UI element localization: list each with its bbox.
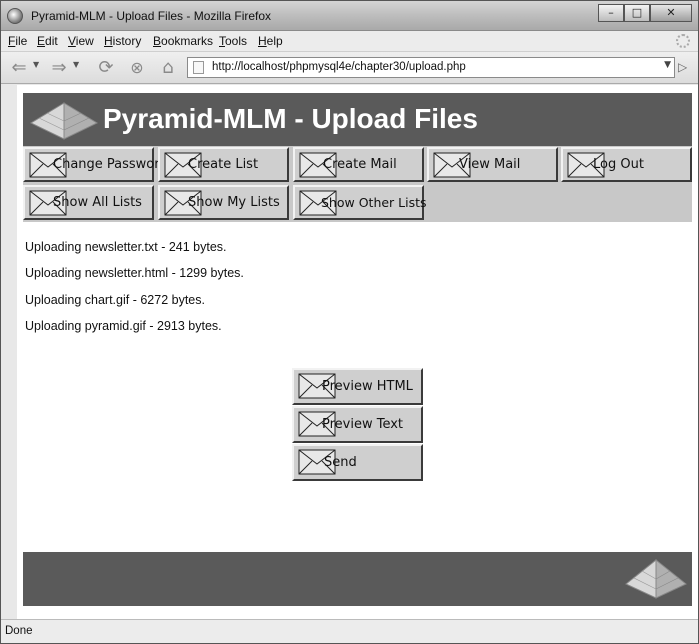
create-list-button[interactable]: Create List xyxy=(158,147,289,182)
create-list-label: Create List xyxy=(188,157,259,172)
view-mail-button[interactable]: View Mail xyxy=(427,147,558,182)
page-favicon-icon xyxy=(193,61,204,74)
status-text: Done xyxy=(5,625,33,637)
show-other-lists-button[interactable]: Show Other Lists xyxy=(293,185,427,220)
create-mail-label: Create Mail xyxy=(323,157,397,172)
url-dropdown-icon[interactable]: ▼ xyxy=(664,60,671,70)
upload-status-line: Uploading pyramid.gif - 2913 bytes. xyxy=(25,319,222,333)
firefox-icon xyxy=(7,8,23,24)
forward-history-dropdown-icon[interactable]: ▼ xyxy=(73,60,79,69)
page-content: Pyramid-MLM - Upload Files Change Passwo… xyxy=(17,85,698,619)
status-bar: Done xyxy=(1,619,698,643)
menu-view[interactable]: View xyxy=(68,34,94,48)
back-arrow-icon[interactable]: ⇐ xyxy=(7,57,31,79)
pyramid-logo-icon xyxy=(625,558,687,599)
view-mail-label: View Mail xyxy=(459,157,521,172)
page-title: Pyramid-MLM - Upload Files xyxy=(103,103,478,134)
preview-html-label: Preview HTML xyxy=(322,379,413,394)
menu-history[interactable]: History xyxy=(104,34,141,48)
send-label: Send xyxy=(324,455,357,470)
change-password-button[interactable]: Change Password xyxy=(23,147,168,182)
reload-icon[interactable]: ⟳ xyxy=(93,57,119,79)
url-text[interactable]: http://localhost/phpmysql4e/chapter30/up… xyxy=(212,61,466,73)
show-other-lists-label: Show Other Lists xyxy=(321,195,427,210)
upload-status-line: Uploading newsletter.html - 1299 bytes. xyxy=(25,266,244,280)
page-header: Pyramid-MLM - Upload Files xyxy=(23,93,692,146)
window-title: Pyramid-MLM - Upload Files - Mozilla Fir… xyxy=(31,9,272,23)
home-icon[interactable]: ⌂ xyxy=(155,57,181,79)
send-button[interactable]: Send xyxy=(292,444,423,481)
window-controls: – □ ✕ xyxy=(598,4,692,22)
navigation-toolbar: ⇐ ▼ ⇒ ▼ ⟳ ⊗ ⌂ http://localhost/phpmysql4… xyxy=(1,52,698,84)
menu-tools[interactable]: Tools xyxy=(219,34,247,48)
go-arrow-icon[interactable]: ▷ xyxy=(678,60,687,74)
create-mail-button[interactable]: Create Mail xyxy=(293,147,424,182)
preview-text-button[interactable]: Preview Text xyxy=(292,406,423,443)
menu-bookmarks[interactable]: Bookmarks xyxy=(153,34,213,48)
log-out-label: Log Out xyxy=(593,157,644,172)
change-password-label: Change Password xyxy=(53,157,168,172)
page-footer xyxy=(23,552,692,606)
menu-bar: File Edit View History Bookmarks Tools H… xyxy=(1,31,698,52)
forward-arrow-icon[interactable]: ⇒ xyxy=(47,57,71,79)
preview-text-label: Preview Text xyxy=(322,417,404,432)
menu-help[interactable]: Help xyxy=(258,34,283,48)
upload-status-line: Uploading chart.gif - 6272 bytes. xyxy=(25,293,205,307)
url-bar[interactable]: http://localhost/phpmysql4e/chapter30/up… xyxy=(187,57,675,78)
upload-status-line: Uploading newsletter.txt - 241 bytes. xyxy=(25,240,227,254)
maximize-button[interactable]: □ xyxy=(624,4,650,22)
menu-file[interactable]: File xyxy=(8,34,27,48)
minimize-button[interactable]: – xyxy=(598,4,624,22)
log-out-button[interactable]: Log Out xyxy=(561,147,692,182)
show-my-lists-label: Show My Lists xyxy=(188,195,280,210)
browser-window: Pyramid-MLM - Upload Files - Mozilla Fir… xyxy=(0,0,699,644)
close-button[interactable]: ✕ xyxy=(650,4,692,22)
main-menu: Change Password Create List Create Mail … xyxy=(23,146,692,222)
stop-icon[interactable]: ⊗ xyxy=(125,57,149,79)
back-history-dropdown-icon[interactable]: ▼ xyxy=(33,60,39,69)
show-all-lists-label: Show All Lists xyxy=(53,195,142,210)
show-my-lists-button[interactable]: Show My Lists xyxy=(158,185,289,220)
title-bar: Pyramid-MLM - Upload Files - Mozilla Fir… xyxy=(1,1,698,31)
pyramid-logo-icon xyxy=(29,102,99,140)
menu-edit[interactable]: Edit xyxy=(37,34,58,48)
throbber-icon xyxy=(676,34,690,48)
show-all-lists-button[interactable]: Show All Lists xyxy=(23,185,154,220)
preview-html-button[interactable]: Preview HTML xyxy=(292,368,423,405)
